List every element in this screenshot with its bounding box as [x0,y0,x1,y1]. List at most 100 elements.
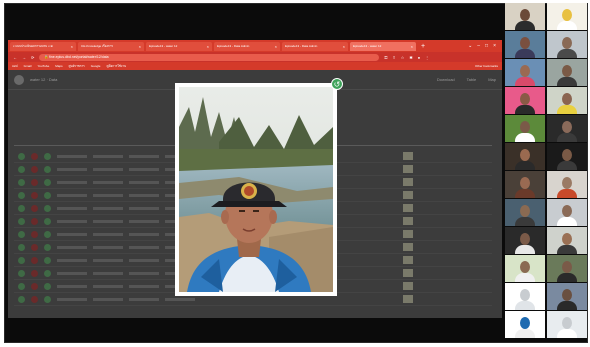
status-icon[interactable] [18,243,25,251]
delete-icon[interactable] [31,256,38,264]
browser-tab[interactable]: CH-Knowledge เรื่องการ × [78,41,144,51]
participant-tile[interactable] [505,283,545,310]
delete-icon[interactable] [31,230,38,238]
minimize-icon[interactable]: – [477,43,480,49]
photo-thumbnail[interactable] [403,178,413,186]
bookmark-item[interactable]: แอป [12,64,18,69]
photo-thumbnail[interactable] [403,269,413,277]
app-action[interactable]: Download [437,77,455,82]
key-icon[interactable]: ⚿ [384,55,387,60]
star-icon[interactable]: ☆ [401,55,405,60]
participant-tile[interactable] [547,199,587,226]
bookmark-item[interactable]: Google [91,64,101,68]
reload-icon[interactable]: ⟳ [31,55,34,60]
participant-tile[interactable] [547,3,587,30]
status-icon[interactable] [18,269,25,277]
status-icon[interactable] [44,152,51,160]
status-icon[interactable] [44,269,51,277]
status-icon[interactable] [44,230,51,238]
status-icon[interactable] [44,282,51,290]
back-icon[interactable]: ← [13,55,17,60]
close-tab-icon[interactable]: × [139,44,141,49]
status-icon[interactable] [44,295,51,303]
participant-tile[interactable] [547,311,587,338]
participant-tile[interactable] [505,255,545,282]
status-icon[interactable] [18,230,25,238]
participant-tile[interactable] [547,227,587,254]
participant-tile[interactable] [547,143,587,170]
participant-tile[interactable] [547,31,587,58]
participant-tile[interactable] [547,255,587,282]
photo-thumbnail[interactable] [403,152,413,160]
status-icon[interactable] [44,243,51,251]
status-icon[interactable] [18,152,25,160]
close-tab-icon[interactable]: × [343,44,345,49]
forward-icon[interactable]: → [22,55,26,60]
bookmark-item[interactable]: Gmail [24,64,32,68]
participant-tile[interactable] [547,59,587,86]
delete-icon[interactable] [31,204,38,212]
photo-thumbnail[interactable] [403,165,413,173]
status-icon[interactable] [44,256,51,264]
status-icon[interactable] [18,282,25,290]
delete-icon[interactable] [31,269,38,277]
app-action[interactable]: Map [488,77,496,82]
browser-tab-active[interactable]: Episode13 - water 12 × [350,41,416,51]
url-input[interactable]: 🔒 fine.eplus.dbd.net/portal/water/12/dat… [39,53,380,61]
bookmark-item[interactable]: คู่มือการใช้งาน [106,64,126,69]
status-icon[interactable] [44,191,51,199]
participant-tile[interactable] [505,171,545,198]
close-icon[interactable]: × [493,43,496,49]
close-tab-icon[interactable]: × [411,44,413,49]
delete-icon[interactable] [31,152,38,160]
browser-tab[interactable]: Episode13 - Data Admin × [282,41,348,51]
status-icon[interactable] [18,256,25,264]
status-icon[interactable] [18,217,25,225]
share-icon[interactable]: ⇪ [392,55,395,60]
browser-tab[interactable]: ᴄ แบบประเมินผลการอบรม x ⊕ × [10,41,76,51]
participant-tile[interactable] [505,3,545,30]
delete-icon[interactable] [31,191,38,199]
close-preview-button[interactable]: ↺ [331,78,343,90]
photo-thumbnail[interactable] [403,243,413,251]
photo-thumbnail[interactable] [403,230,413,238]
new-tab-button[interactable]: + [418,43,428,50]
extensions-icon[interactable]: ✱ [409,55,412,60]
participant-tile[interactable] [505,59,545,86]
delete-icon[interactable] [31,217,38,225]
participant-tile[interactable] [505,115,545,142]
participant-tile[interactable] [505,199,545,226]
browser-tab[interactable]: Episode13 - water 12 × [146,41,212,51]
bookmark-item[interactable]: ศูนย์ราชการ [69,64,85,69]
delete-icon[interactable] [31,282,38,290]
status-icon[interactable] [18,191,25,199]
participant-tile[interactable] [547,283,587,310]
participant-tile[interactable] [547,171,587,198]
photo-thumbnail[interactable] [403,295,413,303]
maximize-icon[interactable]: □ [485,43,488,49]
participant-tile[interactable] [547,87,587,114]
participant-tile[interactable] [547,115,587,142]
profile-avatar[interactable]: ● [418,55,420,60]
close-tab-icon[interactable]: × [275,44,277,49]
close-tab-icon[interactable]: × [207,44,209,49]
status-icon[interactable] [44,178,51,186]
status-icon[interactable] [18,165,25,173]
status-icon[interactable] [18,295,25,303]
delete-icon[interactable] [31,178,38,186]
status-icon[interactable] [18,178,25,186]
photo-thumbnail[interactable] [403,191,413,199]
other-bookmarks[interactable]: Other bookmarks [475,64,498,68]
participant-tile[interactable] [505,87,545,114]
close-tab-icon[interactable]: × [71,44,73,49]
photo-thumbnail[interactable] [403,282,413,290]
delete-icon[interactable] [31,165,38,173]
status-icon[interactable] [44,204,51,212]
bookmark-item[interactable]: YouTube [37,64,49,68]
chevron-down-icon[interactable]: ⌄ [468,43,472,49]
app-action[interactable]: Table [467,77,477,82]
status-icon[interactable] [18,204,25,212]
delete-icon[interactable] [31,243,38,251]
photo-thumbnail[interactable] [403,204,413,212]
menu-icon[interactable]: ⋮ [425,55,429,60]
